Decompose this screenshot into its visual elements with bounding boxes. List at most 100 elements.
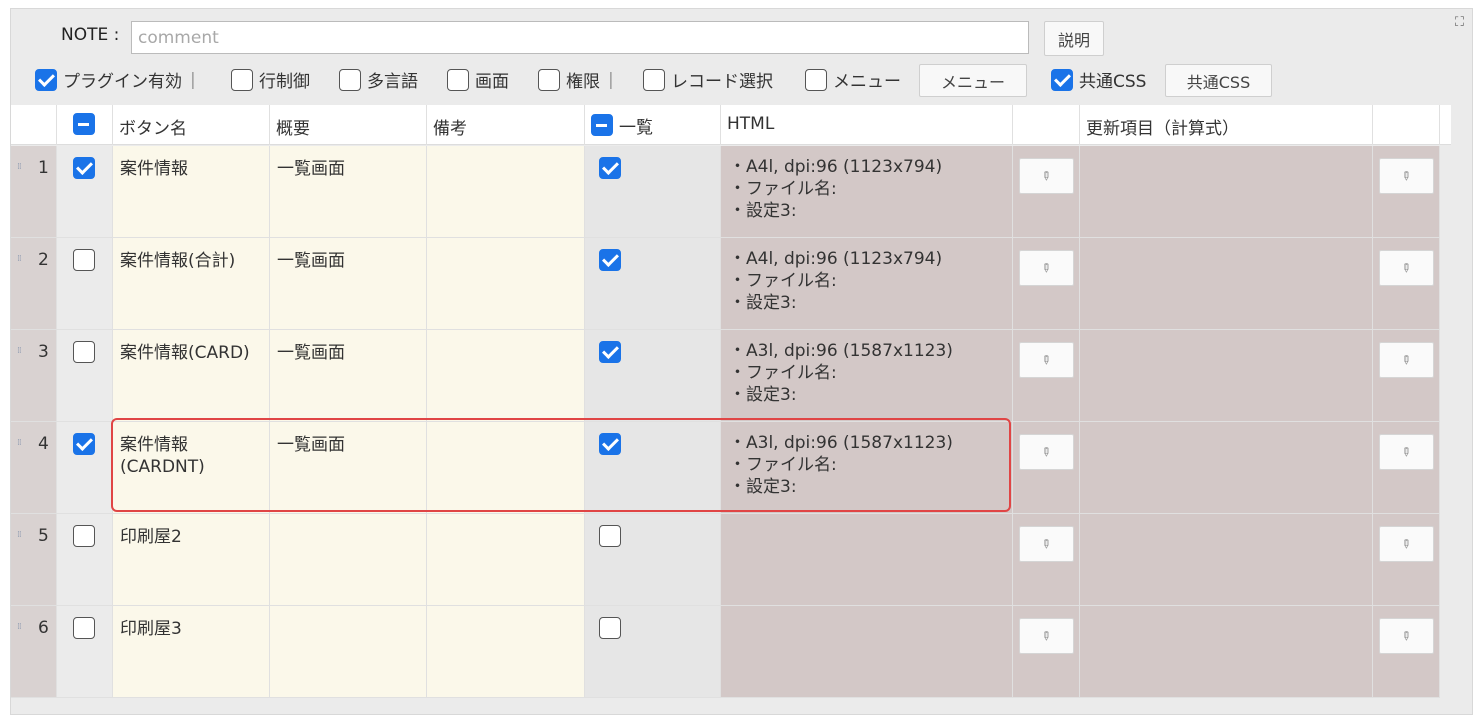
common-css-checkbox[interactable] <box>1051 68 1073 91</box>
html-edit-button[interactable]: ✎ <box>1019 158 1074 194</box>
drag-handle-icon[interactable]: ⁞⁞ <box>17 623 22 632</box>
list-checkbox[interactable] <box>599 617 621 639</box>
list-checkbox[interactable] <box>599 341 621 363</box>
list-cell[interactable] <box>585 422 721 514</box>
multilang-option[interactable]: 多言語 <box>339 67 418 92</box>
row-select-cell[interactable] <box>57 146 113 238</box>
button-name-cell[interactable]: 案件情報(CARD) <box>113 330 270 422</box>
list-checkbox[interactable] <box>599 249 621 271</box>
plugin-enabled-option[interactable]: プラグイン有効 | <box>35 67 196 92</box>
summary-cell[interactable] <box>270 606 427 698</box>
multilang-checkbox[interactable] <box>339 68 361 91</box>
update-edit-button[interactable]: ✎ <box>1379 250 1434 286</box>
remarks-cell[interactable] <box>427 330 585 422</box>
button-name-cell[interactable]: 案件情報 <box>113 146 270 238</box>
screen-label: 画面 <box>475 72 509 92</box>
html-edit-button[interactable]: ✎ <box>1019 250 1074 286</box>
summary-cell[interactable]: 一覧画面 <box>270 146 427 238</box>
list-checkbox[interactable] <box>599 525 621 547</box>
summary-cell[interactable]: 一覧画面 <box>270 330 427 422</box>
summary-cell[interactable] <box>270 514 427 606</box>
plugin-settings-panel: ⛶ NOTE : 説明 プラグイン有効 | 行制御 多言語 画面 権限 | <box>10 8 1473 715</box>
row-checkbox[interactable] <box>73 433 95 455</box>
button-name-cell[interactable]: 印刷屋2 <box>113 514 270 606</box>
row-checkbox[interactable] <box>73 525 95 547</box>
row-number-cell[interactable]: ⁞⁞ 1 <box>11 146 57 238</box>
permission-checkbox[interactable] <box>538 68 560 91</box>
common-css-button[interactable]: 共通CSS <box>1165 64 1272 97</box>
header-list[interactable]: 一覧 <box>585 105 721 145</box>
update-edit-button[interactable]: ✎ <box>1379 526 1434 562</box>
drag-handle-icon[interactable]: ⁞⁞ <box>17 255 22 264</box>
row-select-cell[interactable] <box>57 330 113 422</box>
menu-button[interactable]: メニュー <box>919 64 1027 97</box>
menu-checkbox[interactable] <box>805 68 827 91</box>
permission-option[interactable]: 権限 | <box>538 67 614 92</box>
summary-cell[interactable]: 一覧画面 <box>270 238 427 330</box>
plugin-enabled-checkbox[interactable] <box>35 68 57 91</box>
select-all-checkbox[interactable] <box>73 113 95 135</box>
drag-handle-icon[interactable]: ⁞⁞ <box>17 531 22 540</box>
remarks-cell[interactable] <box>427 238 585 330</box>
html-edit-button[interactable]: ✎ <box>1019 434 1074 470</box>
row-number-cell[interactable]: ⁞⁞ 5 <box>11 514 57 606</box>
html-summary: ・A4l, dpi:96 (1123x794) ・ファイル名: ・設定3: <box>721 146 1012 232</box>
explain-button[interactable]: 説明 <box>1044 21 1104 56</box>
html-summary-line: ・A4l, dpi:96 (1123x794) <box>729 249 943 269</box>
row-number-cell[interactable]: ⁞⁞ 4 <box>11 422 57 514</box>
list-cell[interactable] <box>585 146 721 238</box>
row-checkbox[interactable] <box>73 157 95 179</box>
html-edit-button[interactable]: ✎ <box>1019 618 1074 654</box>
update-edit-button[interactable]: ✎ <box>1379 618 1434 654</box>
update-edit-button[interactable]: ✎ <box>1379 434 1434 470</box>
html-edit-button[interactable]: ✎ <box>1019 342 1074 378</box>
update-edit-button[interactable]: ✎ <box>1379 158 1434 194</box>
menu-option[interactable]: メニュー <box>805 67 901 92</box>
button-name-cell[interactable]: 案件情報 (CARDNT) <box>113 422 270 514</box>
update-items-cell <box>1080 422 1373 514</box>
row-number-cell[interactable]: ⁞⁞ 2 <box>11 238 57 330</box>
update-edit-button[interactable]: ✎ <box>1379 342 1434 378</box>
header-remarks: 備考 <box>427 105 585 145</box>
record-select-checkbox[interactable] <box>643 68 665 91</box>
table-row: ⁞⁞ 4 案件情報 (CARDNT) 一覧画面 ・A3l, dpi:96 (15… <box>11 422 1451 514</box>
summary-cell[interactable]: 一覧画面 <box>270 422 427 514</box>
drag-handle-icon[interactable]: ⁞⁞ <box>17 163 22 172</box>
table-row: ⁞⁞ 3 案件情報(CARD) 一覧画面 ・A3l, dpi:96 (1587x… <box>11 330 1451 422</box>
row-number-cell[interactable]: ⁞⁞ 3 <box>11 330 57 422</box>
list-select-all-checkbox[interactable] <box>591 114 613 136</box>
remarks-cell[interactable] <box>427 606 585 698</box>
common-css-option[interactable]: 共通CSS <box>1051 67 1146 92</box>
pencil-icon: ✎ <box>1397 535 1416 553</box>
button-name-cell[interactable]: 印刷屋3 <box>113 606 270 698</box>
row-select-cell[interactable] <box>57 422 113 514</box>
remarks-cell[interactable] <box>427 146 585 238</box>
remarks-cell[interactable] <box>427 422 585 514</box>
row-select-cell[interactable] <box>57 606 113 698</box>
row-number-cell[interactable]: ⁞⁞ 6 <box>11 606 57 698</box>
record-select-option[interactable]: レコード選択 <box>643 67 773 92</box>
drag-handle-icon[interactable]: ⁞⁞ <box>17 347 22 356</box>
row-control-option[interactable]: 行制御 <box>231 67 310 92</box>
list-checkbox[interactable] <box>599 433 621 455</box>
html-edit-button[interactable]: ✎ <box>1019 526 1074 562</box>
row-control-checkbox[interactable] <box>231 68 253 91</box>
row-select-cell[interactable] <box>57 514 113 606</box>
list-cell[interactable] <box>585 606 721 698</box>
header-select-all[interactable] <box>57 105 113 145</box>
html-cell: ・A3l, dpi:96 (1587x1123) ・ファイル名: ・設定3: <box>721 330 1013 422</box>
list-checkbox[interactable] <box>599 157 621 179</box>
row-checkbox[interactable] <box>73 249 95 271</box>
screen-checkbox[interactable] <box>447 68 469 91</box>
drag-handle-icon[interactable]: ⁞⁞ <box>17 439 22 448</box>
screen-option[interactable]: 画面 <box>447 67 509 92</box>
note-input[interactable] <box>131 21 1029 54</box>
list-cell[interactable] <box>585 330 721 422</box>
row-checkbox[interactable] <box>73 341 95 363</box>
row-checkbox[interactable] <box>73 617 95 639</box>
row-select-cell[interactable] <box>57 238 113 330</box>
list-cell[interactable] <box>585 514 721 606</box>
remarks-cell[interactable] <box>427 514 585 606</box>
button-name-cell[interactable]: 案件情報(合計) <box>113 238 270 330</box>
list-cell[interactable] <box>585 238 721 330</box>
